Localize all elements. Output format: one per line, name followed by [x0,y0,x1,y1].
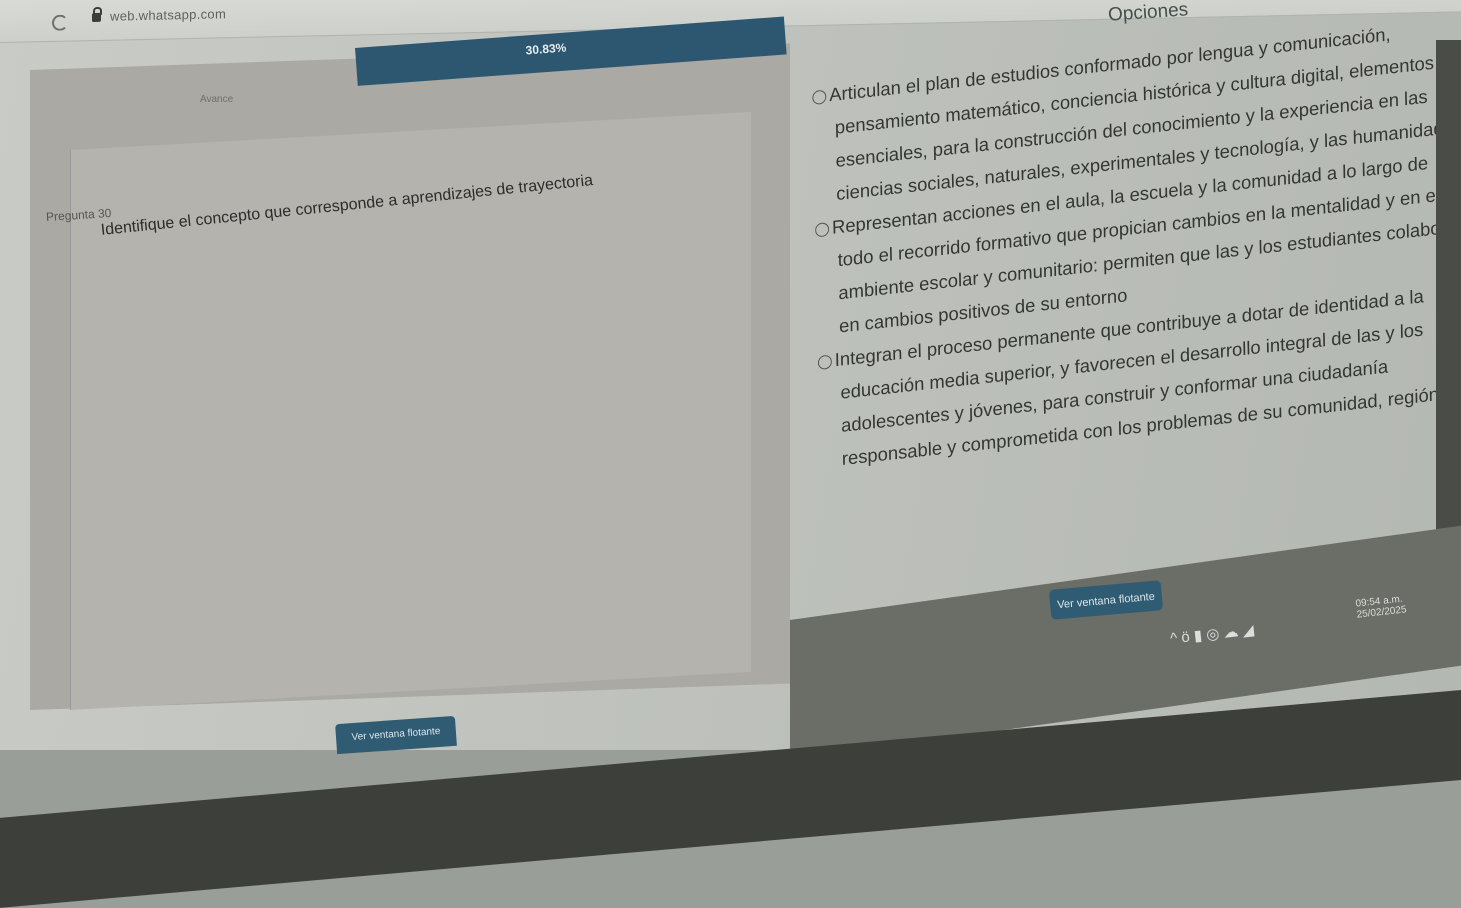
radio-button-icon[interactable] [815,222,830,238]
radio-button-icon[interactable] [812,89,827,106]
options-list: Articulan el plan de estudios conformado… [812,11,1459,612]
monitor-edge [1436,40,1461,580]
lock-icon [92,12,101,23]
progress-label: Avance [200,94,234,105]
url-text[interactable]: web.whatsapp.com [110,6,226,23]
radio-button-icon[interactable] [817,354,832,371]
progress-text: 30.83% [525,40,567,58]
screen: web.whatsapp.com 30.83% Opciones Avance … [0,0,1461,908]
floating-window-button-secondary[interactable]: Ver ventana flotante [335,715,457,755]
reload-icon[interactable] [52,14,68,31]
monitor-bezel [0,690,1461,908]
options-title: Opciones [1107,0,1189,26]
